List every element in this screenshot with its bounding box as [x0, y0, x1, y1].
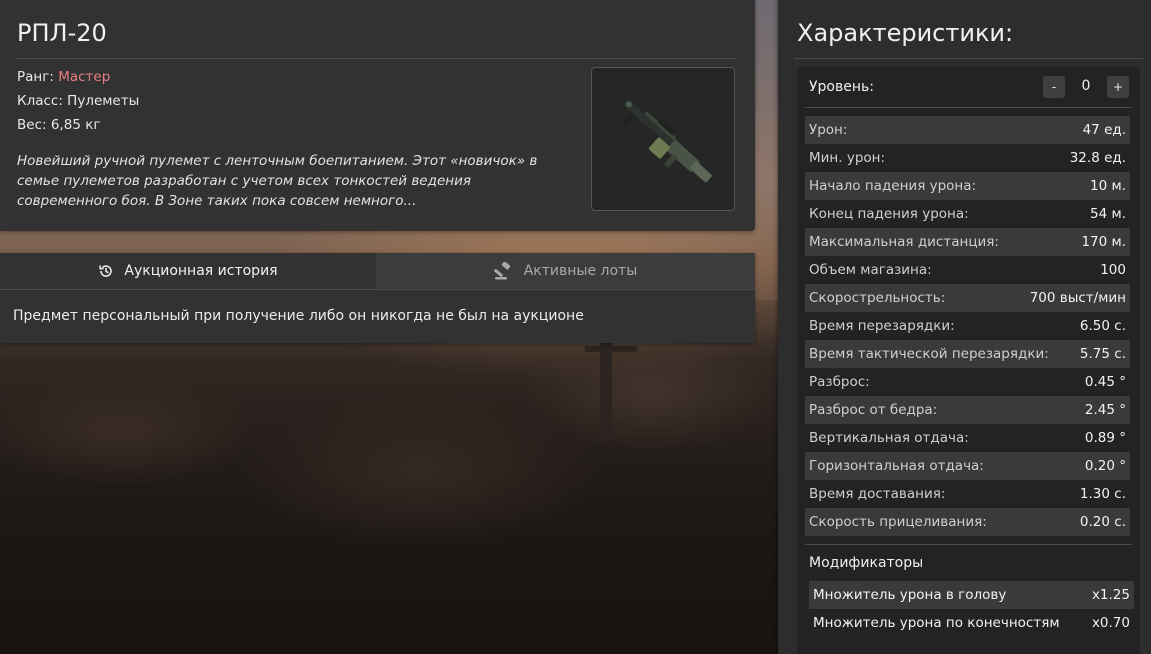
- level-value: 0: [1081, 78, 1091, 94]
- history-icon: [99, 265, 113, 277]
- item-class: Класс: Пулеметы: [17, 93, 139, 109]
- item-image: [591, 67, 735, 211]
- item-card: РПЛ-20 Ранг: Мастер Класс: Пулеметы Вес:…: [0, 0, 755, 231]
- tab-active-lots[interactable]: Активные лоты: [376, 253, 755, 289]
- stat-row-draw-time: Время доставания: 1.30 с.: [805, 480, 1130, 508]
- stat-value: 10 м.: [1090, 178, 1126, 194]
- modifier-label: Множитель урона в голову: [813, 587, 1007, 603]
- stat-label: Объем магазина:: [809, 262, 932, 278]
- stat-value: 0.45 °: [1084, 374, 1126, 390]
- auction-message: Предмет персональный при получение либо …: [13, 308, 584, 324]
- stat-value: 32.8 ед.: [1069, 150, 1126, 166]
- stats-title: Характеристики:: [797, 19, 1014, 47]
- stats-title-divider: [794, 58, 1143, 59]
- stat-label: Максимальная дистанция:: [809, 234, 999, 250]
- background-tower-beam: [585, 346, 637, 352]
- stat-value: 47 ед.: [1082, 122, 1126, 138]
- tab-active-lots-label: Активные лоты: [523, 263, 638, 279]
- stat-label: Скорострельность:: [809, 290, 946, 306]
- stats-box: Уровень: - 0 + Урон: 47 ед. Мин. урон: 3…: [797, 67, 1140, 654]
- stat-row-fire-rate: Скорострельность: 700 выст/мин: [805, 284, 1130, 312]
- auction-panel: Аукционная история Активные лоты Предмет…: [0, 253, 755, 343]
- stat-value: 100: [1100, 262, 1126, 278]
- modifiers-divider: [805, 544, 1132, 545]
- modifier-value: x0.70: [1091, 615, 1130, 631]
- stat-row-falloff-start: Начало падения урона: 10 м.: [805, 172, 1130, 200]
- stat-label: Вертикальная отдача:: [809, 430, 969, 446]
- stat-value: 1.30 с.: [1079, 486, 1126, 502]
- item-rank: Ранг: Мастер: [17, 69, 110, 85]
- stat-value: 0.20 с.: [1079, 514, 1126, 530]
- item-weight-label: Вес:: [17, 117, 51, 133]
- stat-value: 54 м.: [1090, 206, 1126, 222]
- stat-label: Время доставания:: [809, 486, 946, 502]
- stat-value: 0.20 °: [1084, 458, 1126, 474]
- stat-row-tactical-reload: Время тактической перезарядки: 5.75 с.: [805, 340, 1130, 368]
- item-title: РПЛ-20: [17, 19, 107, 47]
- item-weight: Вес: 6,85 кг: [17, 117, 100, 133]
- background-ruins: [0, 300, 778, 654]
- modifier-label: Множитель урона по конечностям: [813, 615, 1060, 631]
- stat-value: 700 выст/мин: [1029, 290, 1126, 306]
- stat-value: 170 м.: [1081, 234, 1126, 250]
- item-rank-label: Ранг:: [17, 69, 59, 85]
- level-divider: [805, 107, 1132, 108]
- stat-value: 5.75 с.: [1079, 346, 1126, 362]
- stat-label: Урон:: [809, 122, 848, 138]
- stat-label: Мин. урон:: [809, 150, 886, 166]
- stat-label: Разброс:: [809, 374, 870, 390]
- stat-row-damage: Урон: 47 ед.: [805, 116, 1130, 144]
- level-increase-button[interactable]: +: [1107, 76, 1129, 98]
- stat-row-max-distance: Максимальная дистанция: 170 м.: [805, 228, 1130, 256]
- modifier-row-head: Множитель урона в голову x1.25: [809, 581, 1134, 609]
- stat-label: Начало падения урона:: [809, 178, 977, 194]
- stat-label: Горизонтальная отдача:: [809, 458, 984, 474]
- tab-divider: [0, 289, 755, 290]
- stat-row-falloff-end: Конец падения урона: 54 м.: [805, 200, 1130, 228]
- item-description: Новейший ручной пулемет с ленточным боеп…: [17, 153, 538, 209]
- stat-row-reload-time: Время перезарядки: 6.50 с.: [805, 312, 1130, 340]
- stat-label: Разброс от бедра:: [809, 402, 938, 418]
- stat-row-vertical-recoil: Вертикальная отдача: 0.89 °: [805, 424, 1130, 452]
- stat-value: 6.50 с.: [1079, 318, 1126, 334]
- stat-value: 2.45 °: [1084, 402, 1126, 418]
- stat-row-magazine: Объем магазина: 100: [805, 256, 1130, 284]
- item-weight-value: 6,85 кг: [50, 117, 101, 133]
- modifiers-heading: Модификаторы: [809, 555, 924, 571]
- stat-label: Время перезарядки:: [809, 318, 955, 334]
- item-class-label: Класс:: [17, 93, 68, 109]
- stat-value: 0.89 °: [1084, 430, 1126, 446]
- tab-auction-history-label: Аукционная история: [124, 263, 278, 279]
- stat-row-spread: Разброс: 0.45 °: [805, 368, 1130, 396]
- item-class-value: Пулеметы: [67, 93, 140, 109]
- stat-label: Скорость прицеливания:: [809, 514, 987, 530]
- stat-row-horizontal-recoil: Горизонтальная отдача: 0.20 °: [805, 452, 1130, 480]
- machine-gun-icon: [622, 100, 712, 183]
- tab-auction-history[interactable]: Аукционная история: [0, 253, 376, 289]
- level-decrease-button[interactable]: -: [1043, 76, 1065, 98]
- stat-label: Время тактической перезарядки:: [809, 346, 1049, 362]
- item-rank-value: Мастер: [58, 69, 111, 85]
- modifier-row-limbs: Множитель урона по конечностям x0.70: [809, 609, 1134, 637]
- stat-row-min-damage: Мин. урон: 32.8 ед.: [805, 144, 1130, 172]
- title-divider: [17, 58, 735, 59]
- gavel-icon: [493, 262, 510, 280]
- stats-panel: Характеристики: Уровень: - 0 + Урон: 47 …: [778, 0, 1151, 654]
- level-label: Уровень:: [809, 79, 874, 95]
- stat-row-aim-speed: Скорость прицеливания: 0.20 с.: [805, 508, 1130, 536]
- stat-row-hip-spread: Разброс от бедра: 2.45 °: [805, 396, 1130, 424]
- stat-label: Конец падения урона:: [809, 206, 969, 222]
- modifier-value: x1.25: [1091, 587, 1130, 603]
